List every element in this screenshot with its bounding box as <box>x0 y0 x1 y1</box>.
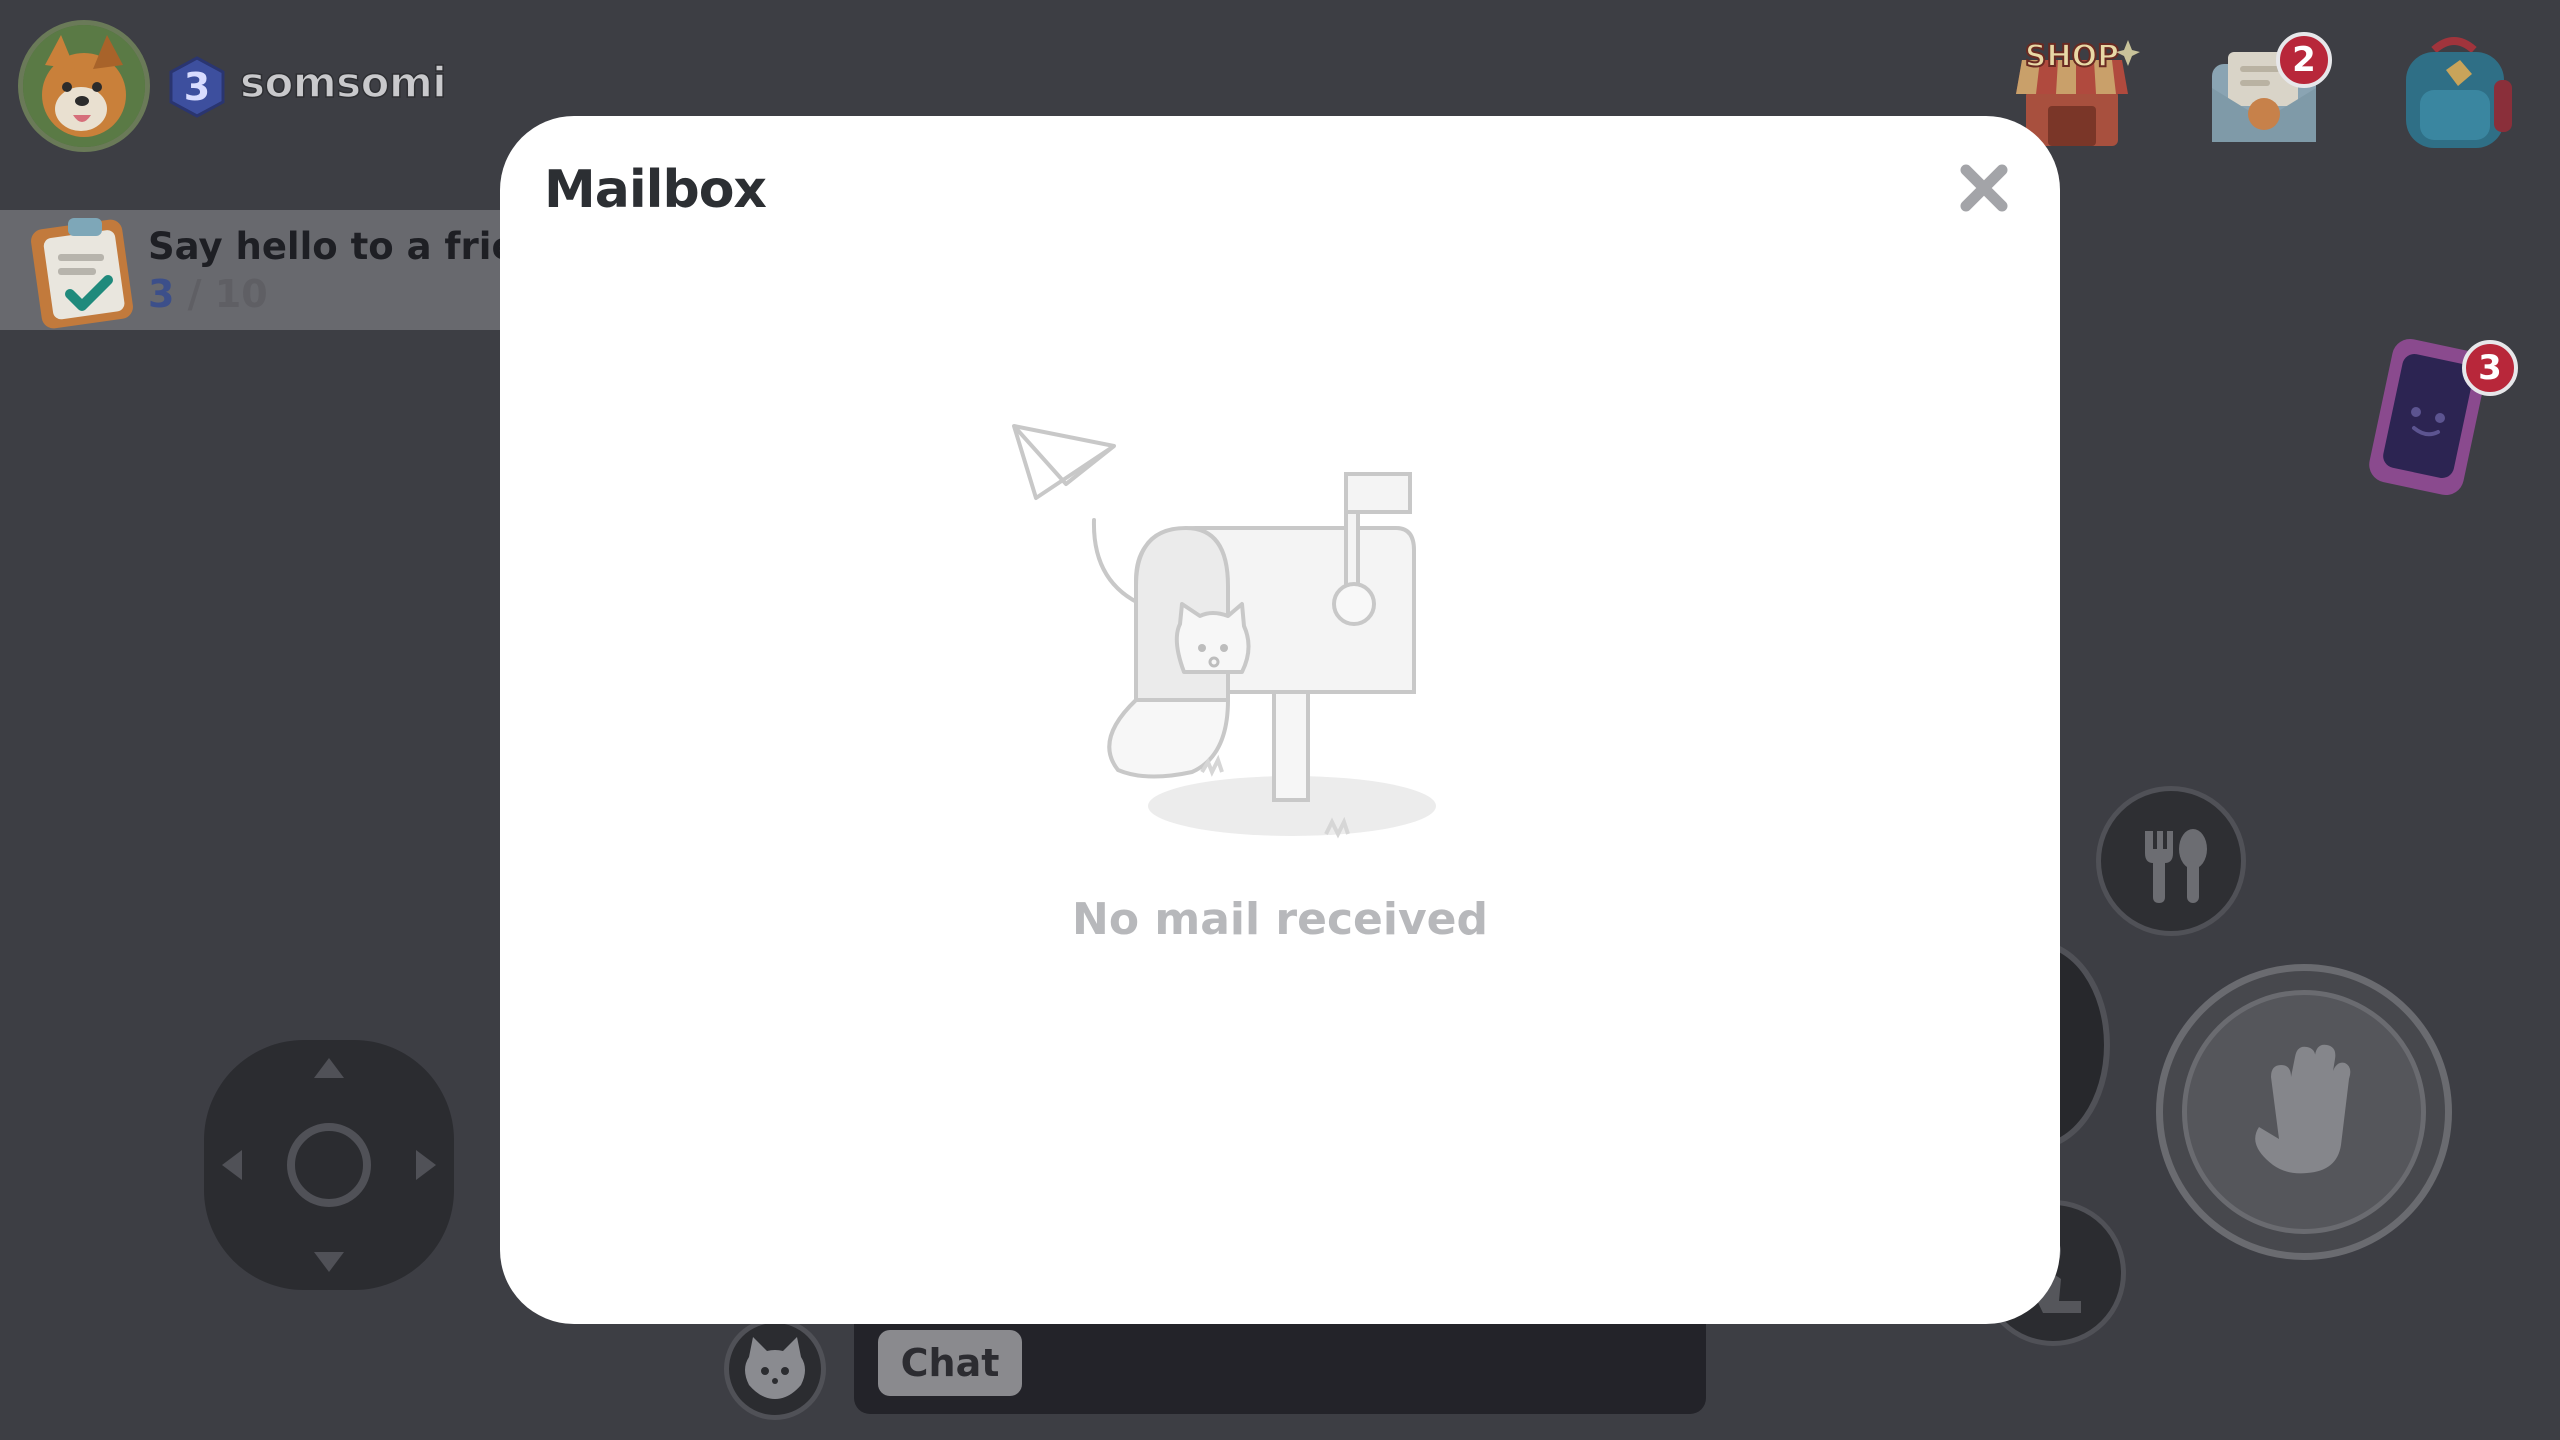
dpad-joystick-icon <box>204 1040 454 1290</box>
emote-button[interactable] <box>724 1318 826 1420</box>
cat-face-icon <box>745 1337 805 1399</box>
mail-notification-badge: 2 <box>2276 32 2332 88</box>
fork-spoon-icon <box>2145 829 2207 903</box>
mailbox-cat-illustration <box>1012 424 1436 839</box>
shop-label: SHOP <box>2025 39 2119 74</box>
backpack-icon <box>2406 37 2512 148</box>
empty-mailbox-message: No mail received <box>1072 894 1488 945</box>
phone-notification-badge: 3 <box>2462 340 2518 396</box>
dog-avatar-icon <box>23 25 145 147</box>
close-button[interactable] <box>1956 160 2012 216</box>
empty-mailbox-illustration <box>996 410 1456 850</box>
profile-avatar[interactable] <box>18 20 150 152</box>
backpack-button[interactable] <box>2390 30 2520 160</box>
chat-button[interactable]: Chat <box>878 1330 1022 1396</box>
level-badge: 3 <box>168 56 226 118</box>
hand-wave-icon <box>2255 1044 2351 1174</box>
player-name: somsomi <box>239 57 447 108</box>
quest-progress-separator: / <box>174 272 215 316</box>
clipboard-check-icon <box>31 218 133 329</box>
quest-progress: 3 / 10 <box>148 272 268 316</box>
wave-button-inner[interactable] <box>2182 990 2426 1234</box>
level-value: 3 <box>183 65 211 109</box>
quest-progress-current: 3 <box>148 272 175 316</box>
mailbox-title: Mailbox <box>544 160 767 220</box>
quest-icon-wrapper <box>28 210 140 330</box>
close-icon <box>1960 164 2008 212</box>
quest-progress-total: 10 <box>214 272 268 316</box>
movement-joystick[interactable] <box>204 1040 454 1290</box>
eat-button[interactable] <box>2096 786 2246 936</box>
